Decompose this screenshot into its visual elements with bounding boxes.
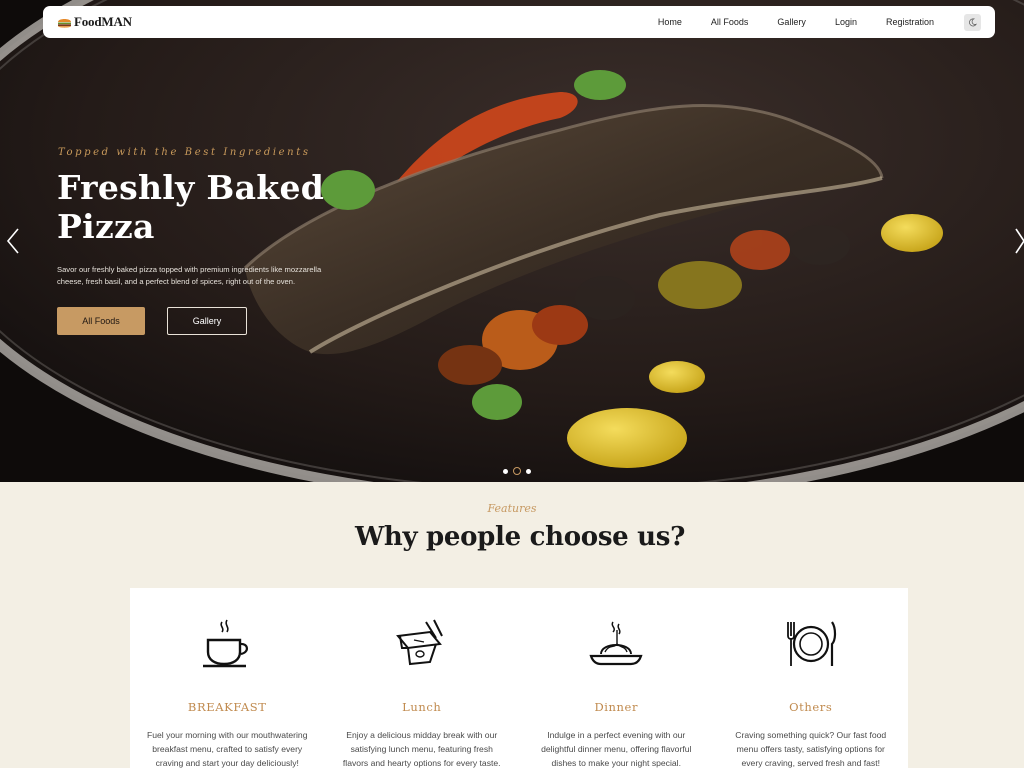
feature-description: Enjoy a delicious midday break with our … (342, 730, 501, 768)
theme-toggle-button[interactable] (964, 13, 981, 31)
hero-carousel: FoodMAN Home All Foods Gallery Login Reg… (0, 0, 1024, 482)
top-navbar: FoodMAN Home All Foods Gallery Login Reg… (43, 6, 995, 38)
carousel-dot-3[interactable] (526, 468, 531, 474)
nav-all-foods[interactable]: All Foods (711, 17, 749, 27)
moon-icon (969, 18, 977, 26)
feature-others: Others Craving something quick? Our fast… (714, 618, 909, 768)
brand-logo[interactable]: FoodMAN (57, 14, 132, 30)
features-card: BREAKFAST Fuel your morning with our mou… (130, 588, 908, 768)
carousel-dot-1[interactable] (503, 468, 508, 474)
feature-description: Fuel your morning with our mouthwatering… (147, 730, 308, 768)
chevron-left-icon (6, 228, 19, 254)
feature-title: BREAKFAST (187, 700, 267, 714)
feature-description: Craving something quick? Our fast food m… (735, 730, 887, 768)
feature-title: Lunch (402, 700, 442, 714)
features-kicker: Features (487, 502, 537, 515)
coffee-cup-icon (203, 619, 249, 668)
burger-logo-icon (58, 18, 71, 28)
carousel-next-button[interactable] (1015, 228, 1024, 259)
feature-title: Others (789, 700, 833, 714)
nav-login[interactable]: Login (835, 17, 857, 27)
feature-title: Dinner (594, 700, 639, 714)
nav-registration[interactable]: Registration (886, 17, 934, 27)
nav-home[interactable]: Home (658, 17, 682, 27)
pasta-plate-icon (589, 621, 643, 666)
nav-links: Home All Foods Gallery Login Registratio… (658, 17, 934, 27)
hero-tagline: Topped with the Best Ingredients (58, 147, 311, 158)
takeout-box-icon (395, 619, 443, 666)
feature-description: Indulge in a perfect evening with our de… (541, 730, 692, 768)
chevron-right-icon (1015, 228, 1024, 254)
feature-breakfast: BREAKFAST Fuel your morning with our mou… (130, 618, 325, 768)
feature-lunch: Lunch Enjoy a delicious midday break wit… (325, 618, 520, 768)
carousel-prev-button[interactable] (6, 228, 20, 259)
carousel-dot-2-active[interactable] (513, 467, 521, 475)
hero-title: Freshly Baked Pizza (57, 168, 325, 246)
features-heading: Why people choose us? (354, 522, 686, 552)
all-foods-button[interactable]: All Foods (57, 307, 145, 335)
nav-gallery[interactable]: Gallery (777, 17, 806, 27)
carousel-indicators (503, 467, 531, 475)
plate-cutlery-icon (786, 621, 836, 666)
gallery-button[interactable]: Gallery (167, 307, 247, 335)
brand-name: FoodMAN (74, 14, 132, 29)
feature-dinner: Dinner Indulge in a perfect evening with… (519, 618, 714, 768)
hero-description: Savor our freshly baked pizza topped wit… (57, 265, 322, 286)
